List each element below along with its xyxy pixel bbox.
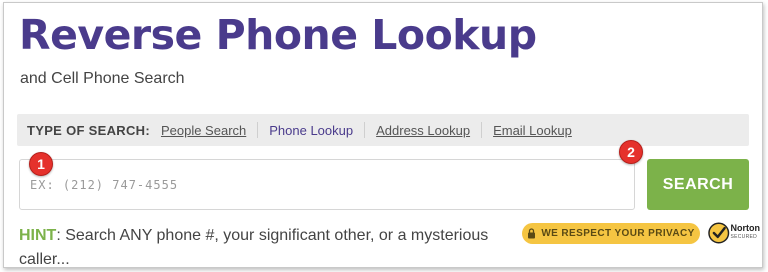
search-type-label: TYPE OF SEARCH:	[27, 122, 150, 138]
step-marker-1: 1	[29, 152, 53, 176]
search-button[interactable]: SEARCH	[647, 159, 749, 210]
hint-label: HINT	[19, 227, 57, 244]
tab-phone-lookup[interactable]: Phone Lookup	[258, 123, 364, 138]
page-subtitle: and Cell Phone Search	[20, 70, 185, 87]
norton-check-icon	[708, 222, 730, 244]
tab-email-lookup[interactable]: Email Lookup	[482, 123, 583, 138]
step-marker-2: 2	[619, 140, 643, 164]
norton-name: Norton	[730, 223, 761, 233]
privacy-badge-text: WE RESPECT YOUR PRIVACY	[541, 228, 695, 239]
norton-seal: Norton SECURED	[708, 221, 760, 245]
norton-sub: SECURED	[730, 234, 758, 240]
phone-search-input[interactable]	[19, 159, 635, 210]
search-widget: Reverse Phone Lookup and Cell Phone Sear…	[3, 2, 763, 268]
privacy-badge: WE RESPECT YOUR PRIVACY	[522, 223, 700, 244]
hint-body: : Search ANY phone #, your significant o…	[19, 227, 489, 268]
tab-people-search[interactable]: People Search	[161, 123, 257, 138]
norton-text: Norton SECURED	[731, 224, 761, 242]
hint-text: HINT: Search ANY phone #, your significa…	[19, 224, 499, 272]
search-type-bar: TYPE OF SEARCH: People Search Phone Look…	[17, 114, 749, 146]
tab-address-lookup[interactable]: Address Lookup	[365, 123, 481, 138]
lock-icon	[528, 228, 536, 239]
page-title: Reverse Phone Lookup	[19, 11, 537, 59]
